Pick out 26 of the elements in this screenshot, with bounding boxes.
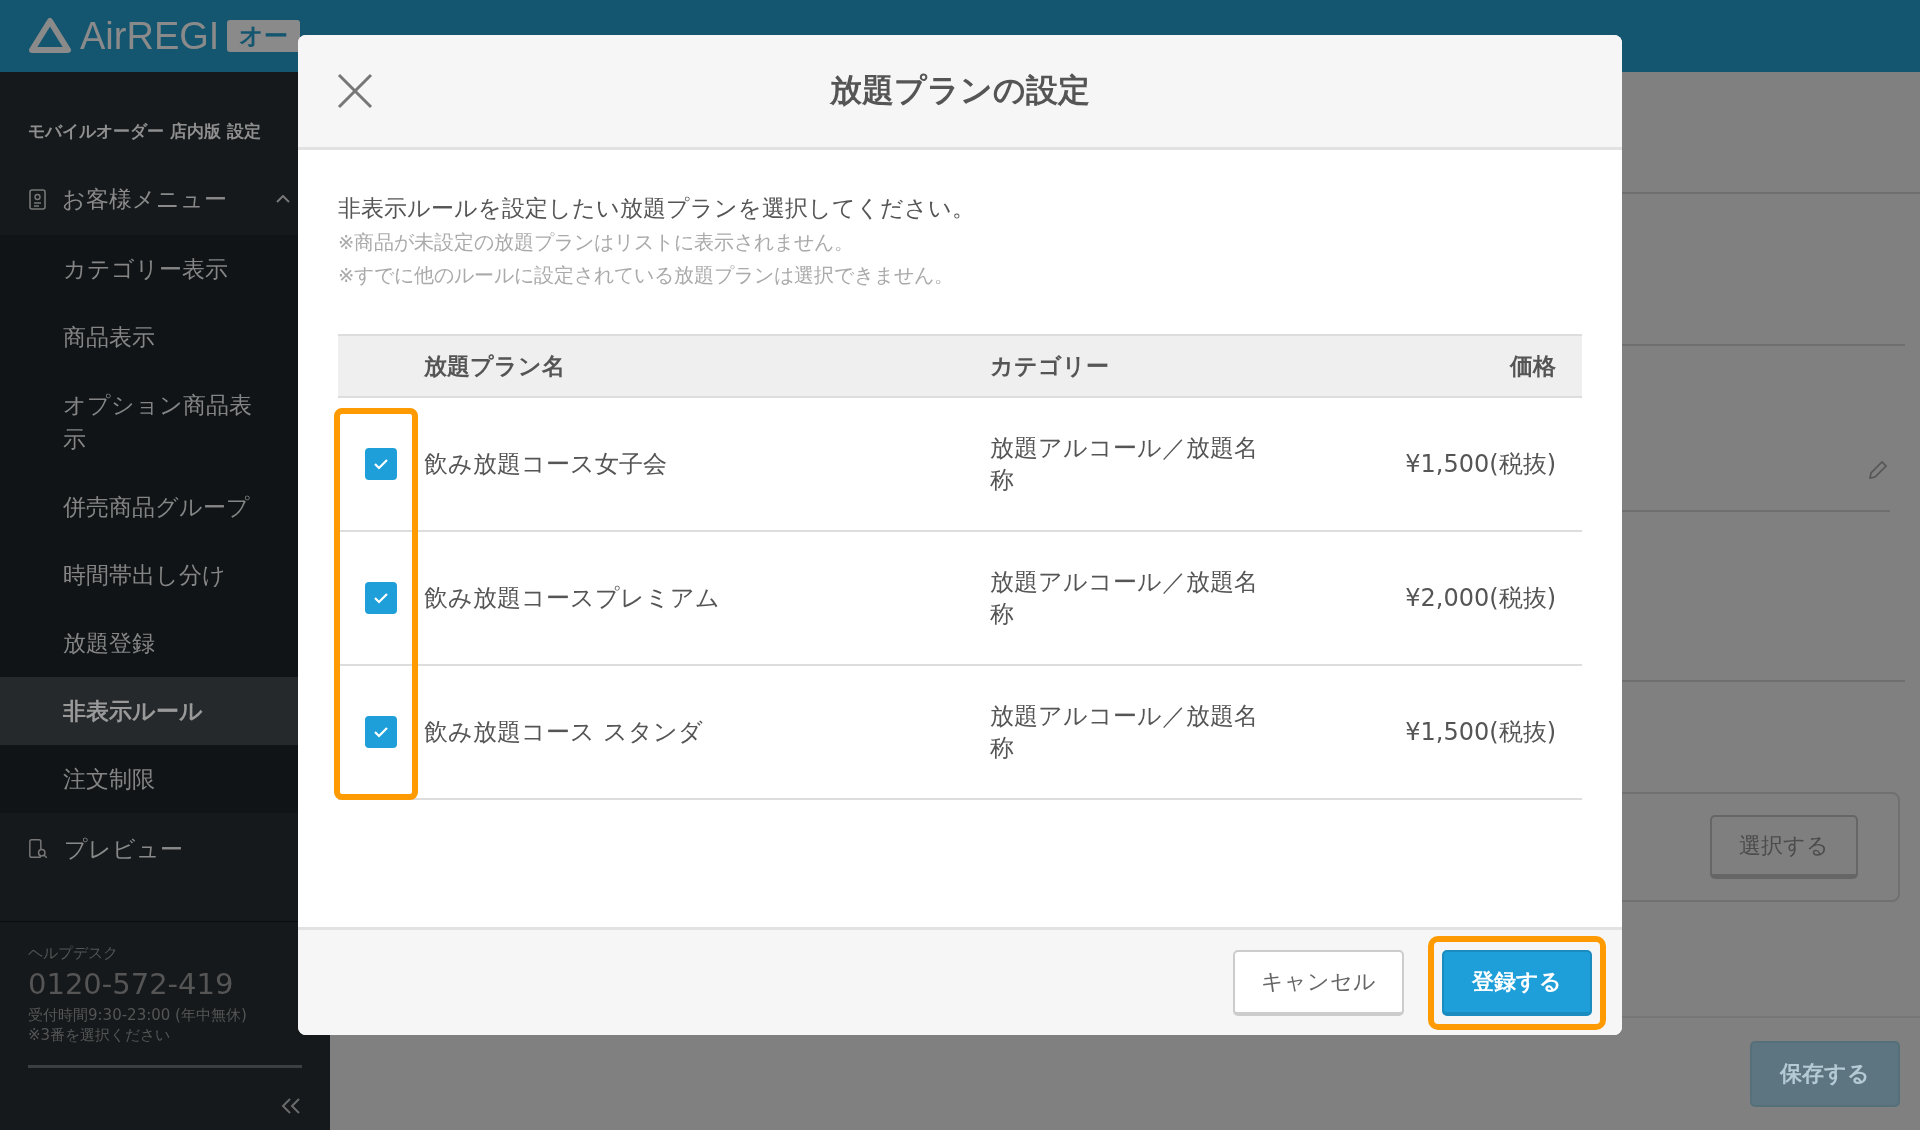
category-cell-text: 放題アルコール／放題名称	[990, 433, 1259, 496]
category-cell-text: 放題アルコール／放題名称	[990, 567, 1259, 630]
plan-name: 飲み放題コース女子会	[424, 449, 668, 480]
register-button[interactable]: 登録する	[1442, 949, 1592, 1016]
plan-name: 飲み放題コース スタンダ	[424, 717, 704, 748]
category-cell-text: 放題アルコール／放題名称	[990, 701, 1259, 764]
sidebar-title: モバイルオーダー 店内版 設定	[27, 120, 262, 143]
plan-name: 飲み放題コースプレミアム	[424, 583, 721, 614]
price-cell-text: ¥1,500(税抜)	[1404, 717, 1557, 748]
dialog-title: 放題プランの設定	[830, 70, 1090, 111]
cancel-button[interactable]: キャンセル	[1233, 949, 1404, 1016]
column-header: カテゴリー	[990, 351, 1110, 381]
helpdesk-hours: 受付時間9:30-23:00 (年中無休)	[28, 1005, 248, 1025]
helpdesk-label: ヘルプデスク	[28, 944, 119, 963]
instruction-text: 非表示ルールを設定したい放題プランを選択してください。	[338, 194, 976, 223]
note-text: ※すでに他のルールに設定されている放題プランは選択できません。	[338, 263, 956, 289]
price-cell-text: ¥2,000(税抜)	[1404, 583, 1557, 614]
price-cell-text: ¥1,500(税抜)	[1404, 449, 1557, 480]
helpdesk-note: ※3番を選択ください	[28, 1025, 172, 1045]
logo-badge: オー	[227, 20, 301, 52]
save-button[interactable]: 保存する	[1750, 1041, 1900, 1107]
column-header: 価格	[1508, 351, 1557, 381]
helpdesk-phone: 0120-572-419	[28, 967, 235, 1001]
note-text: ※商品が未設定の放題プランはリストに表示されません。	[338, 230, 856, 256]
column-header: 放題プラン名	[424, 351, 566, 381]
logo-text: AirREGI	[80, 14, 220, 58]
